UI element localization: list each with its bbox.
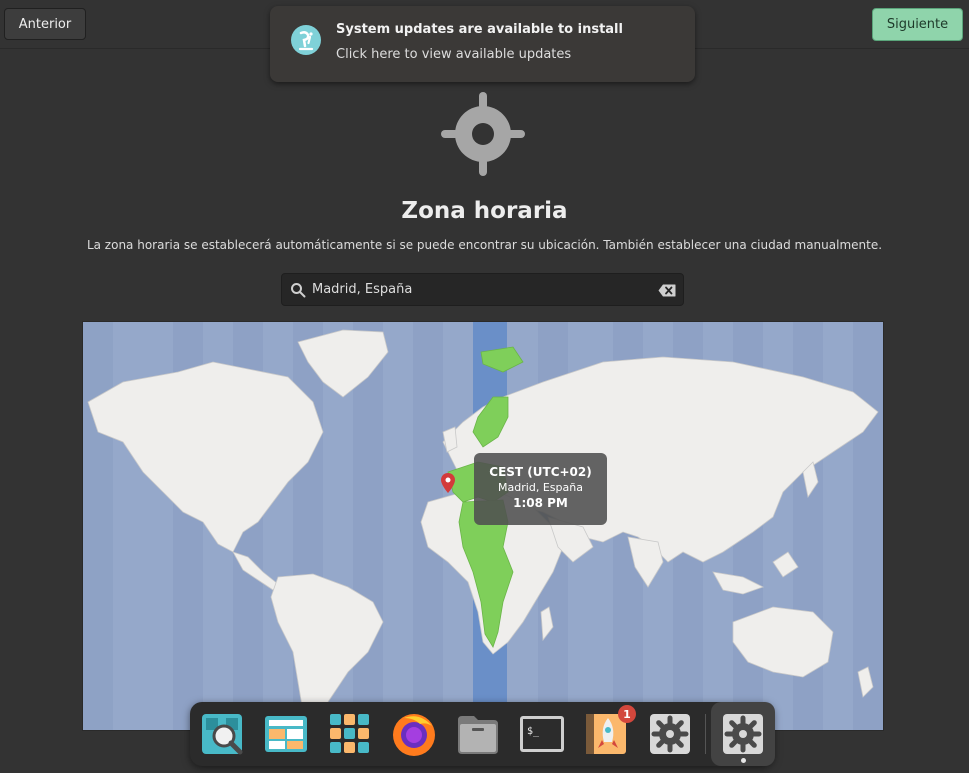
app-grid-icon[interactable] <box>326 710 374 758</box>
settings-gear-icon[interactable] <box>646 710 694 758</box>
timezone-map[interactable]: CEST (UTC+02) Madrid, España 1:08 PM <box>82 321 884 731</box>
world-map <box>83 322 883 730</box>
tooltip-time: 1:08 PM <box>513 496 568 510</box>
workspaces-icon[interactable] <box>262 710 310 758</box>
timezone-tooltip: CEST (UTC+02) Madrid, España 1:08 PM <box>474 453 607 525</box>
dock-separator <box>705 714 706 754</box>
update-notification[interactable]: System updates are available to install … <box>270 6 695 82</box>
terminal-icon[interactable]: $_ <box>518 710 566 758</box>
tooltip-city: Madrid, España <box>498 481 583 494</box>
search-magnifier-icon[interactable] <box>198 710 246 758</box>
update-count-badge: 1 <box>618 705 636 723</box>
settings-gear-icon <box>723 714 763 754</box>
file-manager-icon[interactable] <box>454 710 502 758</box>
initial-setup-launcher[interactable] <box>711 702 775 766</box>
notification-body: Click here to view available updates <box>336 47 572 62</box>
page-description: La zona horaria se establecerá automátic… <box>86 238 883 252</box>
search-value: Madrid, España <box>312 282 413 297</box>
search-icon <box>291 283 306 298</box>
dock: $_ 1 <box>190 702 775 766</box>
back-button[interactable]: Anterior <box>4 8 86 40</box>
location-crosshair-icon <box>441 92 525 176</box>
timezone-search-input[interactable]: Madrid, España <box>281 273 684 306</box>
firefox-icon[interactable] <box>390 710 438 758</box>
next-button[interactable]: Siguiente <box>872 8 963 41</box>
page-title: Zona horaria <box>401 198 568 224</box>
pop-os-icon <box>291 25 321 55</box>
terminal-prompt: $_ <box>527 726 540 737</box>
running-indicator <box>741 758 746 763</box>
notification-title: System updates are available to install <box>336 22 623 37</box>
clear-text-icon[interactable] <box>658 284 676 297</box>
location-pin-icon <box>441 473 455 493</box>
tooltip-zone: CEST (UTC+02) <box>489 465 592 479</box>
